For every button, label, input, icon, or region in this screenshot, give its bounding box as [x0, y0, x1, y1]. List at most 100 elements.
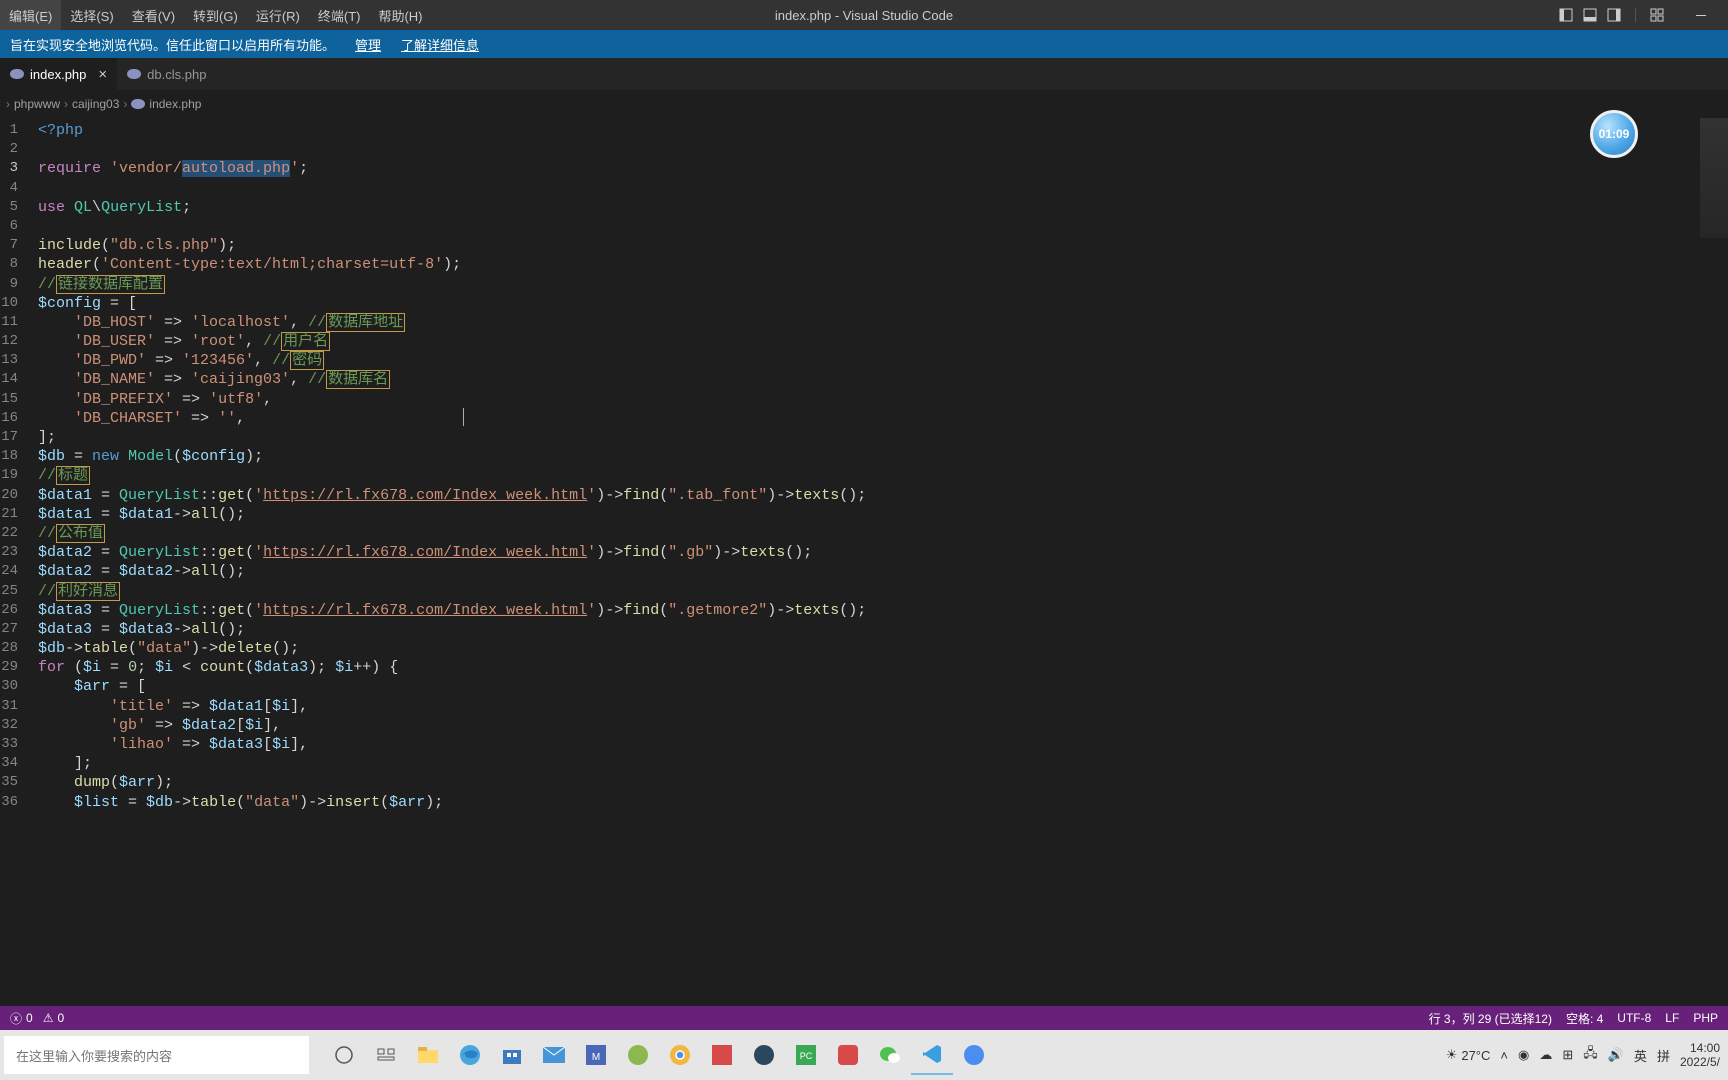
menu-item[interactable]: 查看(V): [123, 0, 184, 30]
weather-widget[interactable]: ☀ 27°C: [1446, 1047, 1491, 1063]
minimap[interactable]: [1700, 118, 1728, 238]
tab-label: db.cls.php: [147, 67, 206, 82]
eol-status[interactable]: LF: [1665, 1011, 1679, 1025]
volume-icon[interactable]: 🔊: [1608, 1047, 1624, 1063]
menu-item[interactable]: 帮助(H): [369, 0, 431, 30]
menu-item[interactable]: 编辑(E): [0, 0, 61, 30]
explorer-icon[interactable]: [407, 1035, 449, 1075]
code-line[interactable]: require 'vendor/autoload.php';: [28, 159, 1728, 178]
app-icon-3[interactable]: [827, 1035, 869, 1075]
sun-icon: ☀: [1446, 1047, 1458, 1063]
code-line[interactable]: 'title' => $data1[$i],: [28, 697, 1728, 716]
customize-layout-icon[interactable]: [1648, 6, 1666, 24]
chevron-up-icon[interactable]: ˄: [1500, 1048, 1508, 1063]
clock[interactable]: 14:00 2022/5/: [1680, 1041, 1720, 1070]
code-line[interactable]: 'DB_NAME' => 'caijing03', //数据库名: [28, 370, 1728, 389]
code-line[interactable]: $db = new Model($config);: [28, 447, 1728, 466]
editor[interactable]: 1234567891011121314151617181920212223242…: [0, 118, 1728, 1006]
xbox-icon[interactable]: [617, 1035, 659, 1075]
search-placeholder: 在这里输入你要搜索的内容: [16, 1046, 172, 1065]
layout-right-icon[interactable]: [1605, 6, 1623, 24]
crumb-folder[interactable]: phpwww: [14, 97, 60, 111]
tray-icon[interactable]: ⊞: [1562, 1047, 1573, 1063]
code-line[interactable]: $data1 = QueryList::get('https://rl.fx67…: [28, 486, 1728, 505]
tab-db-cls-php[interactable]: db.cls.php: [117, 58, 216, 90]
code-line[interactable]: ];: [28, 754, 1728, 773]
tray-icon[interactable]: ◉: [1518, 1047, 1529, 1063]
network-icon[interactable]: 🖧: [1583, 1044, 1598, 1066]
breadcrumb[interactable]: › phpwww › caijing03 › index.php: [0, 90, 1728, 118]
code-line[interactable]: ];: [28, 428, 1728, 447]
code-line[interactable]: $data2 = QueryList::get('https://rl.fx67…: [28, 543, 1728, 562]
cursor-position[interactable]: 行 3，列 29 (已选择12): [1429, 1010, 1552, 1027]
menu-item[interactable]: 运行(R): [247, 0, 309, 30]
code-line[interactable]: $db->table("data")->delete();: [28, 639, 1728, 658]
mail-icon[interactable]: [533, 1035, 575, 1075]
code-line[interactable]: 'DB_HOST' => 'localhost', //数据库地址: [28, 313, 1728, 332]
app-icon[interactable]: M: [575, 1035, 617, 1075]
code-line[interactable]: $data3 = $data3->all();: [28, 620, 1728, 639]
indent-status[interactable]: 空格: 4: [1566, 1010, 1603, 1027]
store-icon[interactable]: [491, 1035, 533, 1075]
code-line[interactable]: $data1 = $data1->all();: [28, 505, 1728, 524]
close-icon[interactable]: ×: [98, 66, 107, 83]
code-line[interactable]: $arr = [: [28, 677, 1728, 696]
crumb-folder[interactable]: caijing03: [72, 97, 119, 111]
manage-link[interactable]: 管理: [355, 35, 381, 54]
code-line[interactable]: $config = [: [28, 294, 1728, 313]
wechat-icon[interactable]: [869, 1035, 911, 1075]
layout-left-icon[interactable]: [1557, 6, 1575, 24]
code-line[interactable]: dump($arr);: [28, 773, 1728, 792]
code-line[interactable]: include("db.cls.php");: [28, 236, 1728, 255]
edge-icon[interactable]: [449, 1035, 491, 1075]
code-line[interactable]: header('Content-type:text/html;charset=u…: [28, 255, 1728, 274]
minimize-icon[interactable]: [1682, 0, 1720, 30]
line-number: 13: [0, 351, 18, 370]
crumb-file[interactable]: index.php: [131, 97, 201, 111]
task-view-icon[interactable]: [365, 1035, 407, 1075]
code-line[interactable]: 'lihao' => $data3[$i],: [28, 735, 1728, 754]
steam-icon[interactable]: [743, 1035, 785, 1075]
code-content[interactable]: <?php require 'vendor/autoload.php'; use Q…: [28, 118, 1728, 1006]
learn-more-link[interactable]: 了解详细信息: [401, 35, 479, 54]
code-line[interactable]: for ($i = 0; $i < count($data3); $i++) {: [28, 658, 1728, 677]
php-file-icon: [10, 69, 24, 79]
cortana-icon[interactable]: [323, 1035, 365, 1075]
code-line[interactable]: [28, 140, 1728, 159]
ime-indicator[interactable]: 英: [1634, 1046, 1647, 1065]
pycharm-icon[interactable]: PC: [785, 1035, 827, 1075]
tab-index-php[interactable]: index.php ×: [0, 58, 117, 90]
language-status[interactable]: PHP: [1693, 1011, 1718, 1025]
code-line[interactable]: use QL\QueryList;: [28, 198, 1728, 217]
restricted-mode-bar: 旨在实现安全地浏览代码。信任此窗口以启用所有功能。 管理 了解详细信息: [0, 30, 1728, 58]
code-line[interactable]: $data3 = QueryList::get('https://rl.fx67…: [28, 601, 1728, 620]
chrome-icon[interactable]: [659, 1035, 701, 1075]
app-icon-2[interactable]: [701, 1035, 743, 1075]
code-line[interactable]: 'gb' => $data2[$i],: [28, 716, 1728, 735]
code-line[interactable]: //公布值: [28, 524, 1728, 543]
code-line[interactable]: //利好消息: [28, 582, 1728, 601]
code-line[interactable]: 'DB_USER' => 'root', //用户名: [28, 332, 1728, 351]
encoding-status[interactable]: UTF-8: [1617, 1011, 1651, 1025]
code-line[interactable]: 'DB_CHARSET' => '',: [28, 409, 1728, 428]
code-line[interactable]: //标题: [28, 466, 1728, 485]
app-icon-4[interactable]: [953, 1035, 995, 1075]
menu-item[interactable]: 选择(S): [61, 0, 122, 30]
layout-bottom-icon[interactable]: [1581, 6, 1599, 24]
onedrive-icon[interactable]: ☁: [1539, 1047, 1552, 1063]
code-line[interactable]: //链接数据库配置: [28, 275, 1728, 294]
code-line[interactable]: $list = $db->table("data")->insert($arr)…: [28, 793, 1728, 812]
code-line[interactable]: [28, 217, 1728, 236]
code-line[interactable]: [28, 179, 1728, 198]
ime-indicator[interactable]: 拼: [1657, 1046, 1670, 1065]
errors-count[interactable]: ⓧ0 ⚠0: [10, 1010, 64, 1027]
code-line[interactable]: 'DB_PREFIX' => 'utf8',: [28, 390, 1728, 409]
vscode-icon[interactable]: [911, 1035, 953, 1075]
search-input[interactable]: 在这里输入你要搜索的内容: [4, 1036, 309, 1074]
menu-item[interactable]: 转到(G): [184, 0, 247, 30]
code-line[interactable]: <?php: [28, 121, 1728, 140]
menu-item[interactable]: 终端(T): [309, 0, 370, 30]
code-line[interactable]: $data2 = $data2->all();: [28, 562, 1728, 581]
line-number: 9: [0, 275, 18, 294]
code-line[interactable]: 'DB_PWD' => '123456', //密码: [28, 351, 1728, 370]
